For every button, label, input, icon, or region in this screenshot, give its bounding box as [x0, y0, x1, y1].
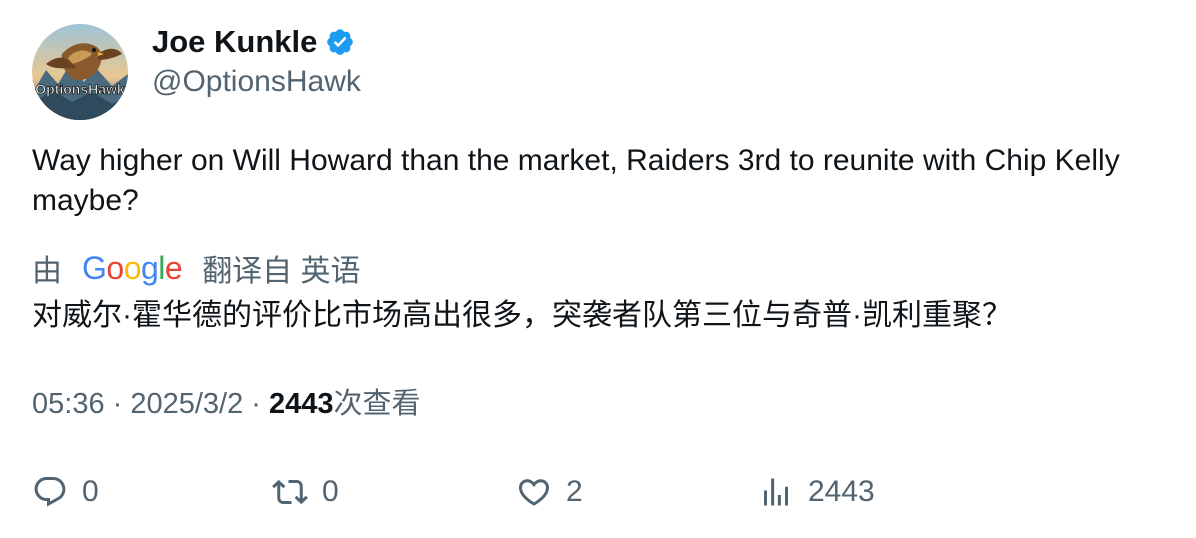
avatar[interactable]: OptionsHawk [32, 24, 128, 120]
translation-attribution: 由 Google 翻译自 英语 [32, 246, 361, 290]
like-button[interactable]: 2 [516, 470, 583, 514]
meta-separator: · [104, 388, 131, 420]
reply-icon [34, 477, 66, 507]
views-action-count: 2443 [808, 475, 875, 508]
hawk-logo-icon: OptionsHawk [32, 24, 128, 120]
tweet-date[interactable]: 2025/3/2 [130, 388, 243, 420]
verified-badge-icon [325, 27, 355, 57]
views-label: 次查看 [333, 388, 421, 420]
views-count: 2443 [269, 388, 334, 420]
svg-text:OptionsHawk: OptionsHawk [35, 81, 125, 97]
heart-icon [518, 479, 550, 506]
reply-count: 0 [82, 475, 99, 508]
meta-separator: · [243, 388, 270, 420]
display-name[interactable]: Joe Kunkle [152, 22, 317, 62]
translation-source-language[interactable]: 翻译自 英语 [202, 246, 360, 290]
retweet-button[interactable]: 0 [272, 470, 339, 514]
translated-text: 对威尔·霍华德的评价比市场高出很多，突袭者队第三位与奇普·凯利重聚？ [32, 299, 1012, 332]
retweet-icon [272, 479, 308, 505]
reply-button[interactable]: 0 [32, 470, 99, 514]
like-count: 2 [566, 475, 583, 508]
retweet-count: 0 [322, 475, 339, 508]
author-name-row[interactable]: Joe Kunkle [152, 22, 355, 62]
google-logo-icon: Google [82, 249, 183, 286]
translation-prefix: 由 [32, 255, 62, 288]
tweet-meta: 05:36 · 2025/3/2 · 2443次查看 [32, 384, 421, 424]
views-button[interactable]: 2443 [758, 470, 875, 514]
user-handle[interactable]: @OptionsHawk [152, 62, 361, 102]
analytics-bar-icon [764, 478, 788, 506]
tweet-text: Way higher on Will Howard than the marke… [32, 144, 1120, 217]
tweet-time[interactable]: 05:36 [32, 388, 105, 420]
